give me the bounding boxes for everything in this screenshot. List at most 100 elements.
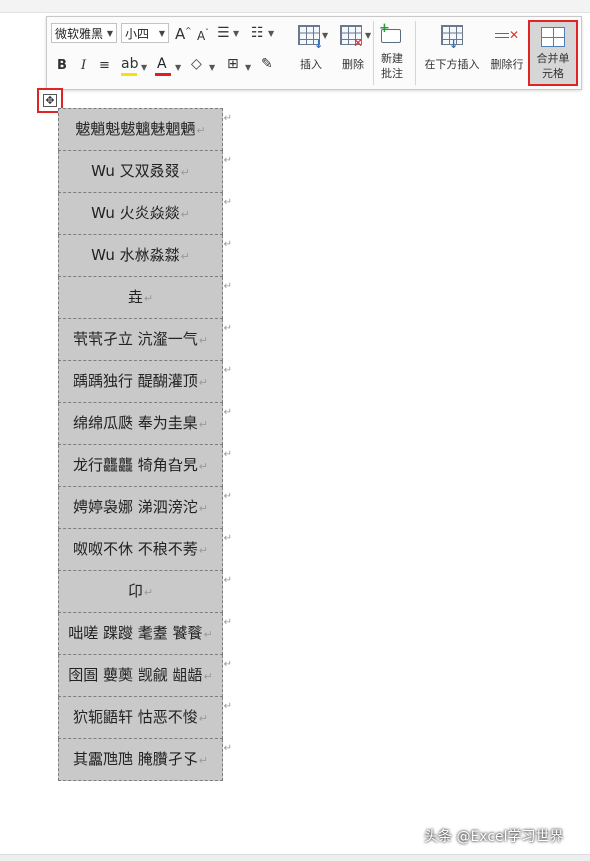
- table-row[interactable]: 狖轭鼯轩 怙恶不悛↵ ↵: [58, 697, 232, 739]
- table-row[interactable]: 龙行龘龘 犄角旮旯↵ ↵: [58, 445, 232, 487]
- row-end-mark-icon: ↵: [223, 281, 232, 292]
- red-x-icon: ✕: [353, 36, 364, 50]
- align-center-icon[interactable]: ≡: [99, 57, 110, 75]
- merge-cells-button[interactable]: 合并单 元格: [528, 20, 578, 86]
- chevron-down-icon: ▼: [175, 63, 182, 72]
- table-row[interactable]: Wu 水沝淼㵘↵ ↵: [58, 235, 232, 277]
- table-row[interactable]: 踽踽独行 醍醐灌顶↵ ↵: [58, 361, 232, 403]
- row-end-mark-icon: ↵: [223, 701, 232, 712]
- table-cell-text: 龙行龘龘 犄角旮旯: [73, 456, 198, 474]
- shading-icon[interactable]: ◇: [191, 55, 202, 73]
- font-size-select[interactable]: 小四 ▼: [121, 23, 169, 43]
- move-icon: ✥: [43, 94, 57, 107]
- table-cell-text: 其靁虺虺 腌臢孑孓: [73, 750, 198, 768]
- row-end-mark-icon: ↵: [223, 197, 232, 208]
- table-row[interactable]: 绵绵瓜瓞 奉为圭臬↵ ↵: [58, 403, 232, 445]
- paragraph-mark-icon: ↵: [180, 250, 190, 263]
- row-end-mark-icon: ↵: [223, 491, 232, 502]
- insert-below-label: 在下方插入: [424, 58, 480, 71]
- table-cell-text: 呶呶不休 不稂不莠: [73, 540, 198, 558]
- paragraph-mark-icon: ↵: [180, 166, 190, 179]
- insert-below-button[interactable]: ↓ 在下方插入: [419, 21, 485, 85]
- chevron-down-icon: ▼: [322, 31, 329, 40]
- table-row[interactable]: 卬↵ ↵: [58, 571, 232, 613]
- paragraph-mark-icon: ↵: [198, 712, 208, 725]
- bold-button[interactable]: B: [57, 57, 67, 75]
- table-cell-text: 绵绵瓜瓞 奉为圭臬: [73, 414, 198, 432]
- row-line-icon: [495, 37, 509, 38]
- row-end-mark-icon: ↵: [223, 533, 232, 544]
- paragraph-mark-icon: ↵: [143, 586, 154, 599]
- paragraph-mark-icon: ↵: [196, 124, 206, 137]
- table-cell-text: 垚: [127, 288, 143, 306]
- row-end-mark-icon: ↵: [223, 239, 232, 250]
- table-cell-text: 狖轭鼯轩 怙恶不悛: [73, 708, 198, 726]
- row-end-mark-icon: ↵: [223, 323, 232, 334]
- paragraph-mark-icon: ↵: [180, 208, 190, 221]
- table-cell-text: 囹圄 蘡薁 觊觎 龃龉: [68, 666, 203, 684]
- font-size-value: 小四: [125, 27, 150, 41]
- mini-toolbar: 微软雅黑 ▼ 小四 ▼ A ^ A ˇ ☰ ▼ ☷ ▼ B I ≡ ab ▼ A…: [46, 16, 582, 90]
- paragraph-mark-icon: ↵: [143, 292, 154, 305]
- borders-icon[interactable]: ⊞: [227, 55, 239, 73]
- merge-cells-label: 合并单 元格: [536, 52, 570, 80]
- toolbar-separator: [415, 21, 416, 85]
- table-row[interactable]: Wu 又双叒叕↵ ↵: [58, 151, 232, 193]
- chevron-down-icon: ▼: [209, 63, 216, 72]
- chevron-down-icon: ▼: [268, 29, 275, 38]
- paragraph-mark-icon: ↵: [198, 544, 208, 557]
- table-cell-text: Wu 火炎焱燚: [91, 204, 180, 222]
- row-end-mark-icon: ↵: [223, 449, 232, 460]
- chevron-down-icon: ▼: [233, 29, 240, 38]
- font-name-value: 微软雅黑: [55, 27, 104, 41]
- table-row[interactable]: 垚↵ ↵: [58, 277, 232, 319]
- table-row[interactable]: Wu 火炎焱燚↵ ↵: [58, 193, 232, 235]
- watermark: 头条 @Excel学习世界: [424, 829, 564, 845]
- delete-button[interactable]: ✕ ▼ 删除: [335, 21, 371, 85]
- plus-icon: +: [379, 21, 390, 36]
- paragraph-mark-icon: ↵: [198, 460, 208, 473]
- highlighter-icon[interactable]: ab: [121, 55, 138, 73]
- caret-down-icon: ˇ: [205, 28, 209, 37]
- chevron-down-icon: ▼: [245, 63, 252, 72]
- caret-up-icon: ^: [185, 26, 192, 35]
- chevron-down-icon: ▼: [158, 29, 165, 38]
- highlight-color-bar: [121, 73, 137, 76]
- shrink-font-icon[interactable]: A: [197, 27, 205, 45]
- font-color-icon[interactable]: A: [157, 55, 167, 73]
- table-row[interactable]: 魃魈魁魃魑魅魍魉↵ ↵: [58, 108, 232, 151]
- table-row[interactable]: 呶呶不休 不稂不莠↵ ↵: [58, 529, 232, 571]
- insert-label: 插入: [300, 58, 322, 71]
- table-cell-text: 魃魈魁魃魑魅魍魉: [75, 120, 196, 138]
- delete-row-button[interactable]: ✕ 删除行: [487, 21, 527, 85]
- format-painter-icon[interactable]: ✎: [261, 55, 273, 73]
- table-cell-text: Wu 水沝淼㵘: [91, 246, 180, 264]
- table-cell-text: Wu 又双叒叕: [91, 162, 180, 180]
- table-cell-text: 卬: [127, 582, 143, 600]
- table-row[interactable]: 茕茕孑立 沆瀣一气↵ ↵: [58, 319, 232, 361]
- delete-row-label: 删除行: [490, 58, 524, 71]
- row-end-mark-icon: ↵: [223, 575, 232, 586]
- table-row[interactable]: 娉婷袅娜 涕泗滂沱↵ ↵: [58, 487, 232, 529]
- new-comment-label: 新建 批注: [381, 52, 403, 80]
- table-cell-text: 踽踽独行 醍醐灌顶: [73, 372, 198, 390]
- row-line-icon: [495, 33, 509, 34]
- row-end-mark-icon: ↵: [223, 365, 232, 376]
- chevron-down-icon: ▼: [141, 63, 148, 72]
- font-name-select[interactable]: 微软雅黑 ▼: [51, 23, 117, 43]
- table-cell-text: 茕茕孑立 沆瀣一气: [73, 330, 198, 348]
- insert-button[interactable]: ↓ ▼ 插入: [294, 21, 328, 85]
- table-row[interactable]: 其靁虺虺 腌臢孑孓↵ ↵: [58, 739, 232, 781]
- document-table: 魃魈魁魃魑魅魍魉↵ ↵ Wu 又双叒叕↵ ↵ Wu 火炎焱燚↵ ↵ Wu 水沝淼㵘↵ ↵ 垚↵ ↵…: [58, 108, 233, 781]
- numbering-icon[interactable]: ☷: [251, 24, 264, 42]
- bullets-icon[interactable]: ☰: [217, 24, 230, 42]
- grow-font-icon[interactable]: A: [175, 25, 185, 43]
- italic-button[interactable]: I: [81, 57, 86, 75]
- new-comment-button[interactable]: + 新建 批注: [375, 21, 409, 85]
- merge-cells-icon: [541, 27, 565, 47]
- chevron-down-icon: ▼: [106, 29, 113, 38]
- row-end-mark-icon: ↵: [223, 743, 232, 754]
- table-row[interactable]: 囹圄 蘡薁 觊觎 龃龉↵ ↵: [58, 655, 232, 697]
- arrow-down-icon: ↓: [449, 38, 459, 51]
- table-row[interactable]: 咄嗟 蹀躞 耄耋 饕餮↵ ↵: [58, 613, 232, 655]
